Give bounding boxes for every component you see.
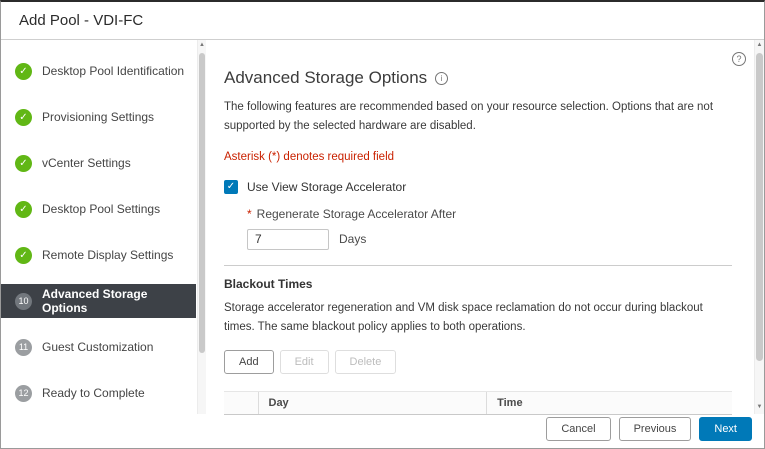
check-circle-icon: ✓ [15, 201, 32, 218]
blackout-actions: Add Edit Delete [224, 350, 732, 374]
blackout-times-table: Day Time [224, 391, 732, 415]
sidebar-item-remote-display-settings[interactable]: ✓ Remote Display Settings [1, 232, 196, 278]
check-circle-icon: ✓ [15, 155, 32, 172]
sidebar-item-ready-to-complete[interactable]: 12 Ready to Complete [1, 370, 196, 416]
dialog-title: Add Pool - VDI-FC [1, 2, 764, 40]
section-divider [224, 265, 732, 266]
help-icon[interactable]: ? [732, 52, 746, 66]
edit-button: Edit [280, 350, 329, 374]
add-pool-dialog: Add Pool - VDI-FC ✓ Desktop Pool Identif… [0, 0, 765, 449]
step-number-badge: 10 [15, 293, 32, 310]
sidebar-item-guest-customization[interactable]: 11 Guest Customization [1, 324, 196, 370]
dialog-body: ✓ Desktop Pool Identification ✓ Provisio… [1, 40, 764, 414]
step-label: Desktop Pool Identification [42, 64, 184, 78]
sidebar-item-vcenter-settings[interactable]: ✓ vCenter Settings [1, 140, 196, 186]
step-label: Remote Display Settings [42, 248, 173, 262]
content-scrollbar-thumb[interactable] [756, 53, 763, 361]
scroll-up-arrow[interactable]: ▲ [755, 40, 764, 51]
regenerate-field-row: Days [247, 229, 732, 250]
regenerate-section: * Regenerate Storage Accelerator After Da… [247, 207, 732, 250]
use-view-storage-accelerator-checkbox[interactable]: ✓ [224, 180, 238, 194]
step-label: Ready to Complete [42, 386, 145, 400]
step-number-badge: 11 [15, 339, 32, 356]
days-unit-label: Days [339, 232, 366, 246]
content-scrollbar[interactable]: ▲ ▼ [754, 40, 764, 414]
step-label: Guest Customization [42, 340, 153, 354]
sidebar-scrollbar-thumb[interactable] [199, 53, 205, 353]
table-day-column-header: Day [258, 391, 487, 414]
blackout-times-heading: Blackout Times [224, 277, 732, 291]
page-title: Advanced Storage Options i [224, 68, 732, 88]
use-view-storage-accelerator-row: ✓ Use View Storage Accelerator [224, 180, 732, 194]
regenerate-days-input[interactable] [247, 229, 329, 250]
scroll-down-arrow[interactable]: ▼ [755, 402, 764, 413]
regenerate-label-text: Regenerate Storage Accelerator After [257, 207, 456, 221]
sidebar-item-desktop-pool-identification[interactable]: ✓ Desktop Pool Identification [1, 48, 196, 94]
check-circle-icon: ✓ [15, 247, 32, 264]
check-circle-icon: ✓ [15, 109, 32, 126]
blackout-times-description: Storage accelerator regeneration and VM … [224, 299, 732, 337]
step-label: Advanced Storage Options [42, 287, 196, 315]
use-view-storage-accelerator-label: Use View Storage Accelerator [247, 180, 406, 194]
page-title-text: Advanced Storage Options [224, 68, 427, 88]
check-circle-icon: ✓ [15, 63, 32, 80]
sidebar-item-provisioning-settings[interactable]: ✓ Provisioning Settings [1, 94, 196, 140]
delete-button: Delete [335, 350, 397, 374]
table-select-column-header [224, 391, 258, 414]
info-icon[interactable]: i [435, 72, 448, 85]
step-label: vCenter Settings [42, 156, 131, 170]
required-asterisk: * [247, 207, 252, 221]
sidebar-item-desktop-pool-settings[interactable]: ✓ Desktop Pool Settings [1, 186, 196, 232]
required-field-note: Asterisk (*) denotes required field [224, 151, 732, 163]
sidebar-item-advanced-storage-options[interactable]: 10 Advanced Storage Options [1, 284, 196, 318]
wizard-steps-sidebar: ✓ Desktop Pool Identification ✓ Provisio… [1, 40, 206, 414]
add-button[interactable]: Add [224, 350, 274, 374]
step-label: Desktop Pool Settings [42, 202, 160, 216]
step-label: Provisioning Settings [42, 110, 154, 124]
intro-text: The following features are recommended b… [224, 98, 732, 136]
scroll-up-arrow[interactable]: ▲ [198, 40, 206, 51]
sidebar-scrollbar[interactable]: ▲ [197, 40, 206, 414]
step-number-badge: 12 [15, 385, 32, 402]
advanced-storage-options-panel: ? Advanced Storage Options i The followi… [206, 40, 764, 414]
table-header-row: Day Time [224, 391, 732, 414]
table-time-column-header: Time [487, 391, 732, 414]
table-empty-body [224, 415, 732, 449]
regenerate-label: * Regenerate Storage Accelerator After [247, 207, 732, 221]
